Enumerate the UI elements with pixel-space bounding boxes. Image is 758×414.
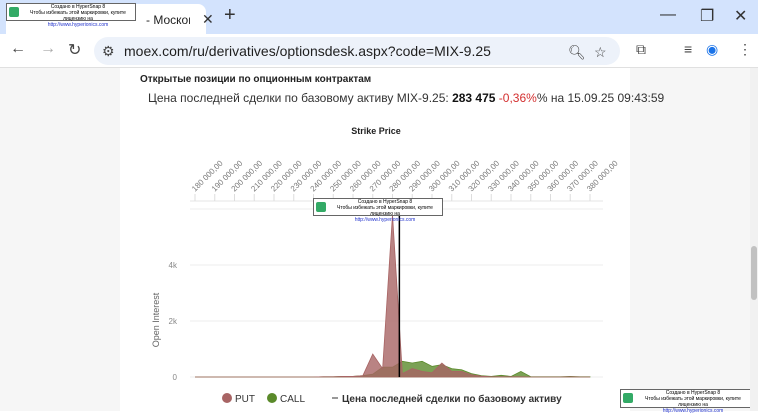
watermark-link: http://www.hyperionics.com (354, 217, 416, 223)
watermark-line: Чтобы избежать этой маркировки, купите л… (645, 396, 741, 408)
legend-label: PUT (235, 394, 255, 405)
y-tick-label: 0 (173, 373, 178, 382)
watermark: Создано в HyperSnap 8 Чтобы избежать это… (313, 198, 443, 223)
legend-label: Цена последней сделки по базовому активу (342, 393, 562, 405)
legend-label: CALL (280, 394, 305, 405)
legend-marker (222, 393, 232, 403)
y-tick-label: 2k (169, 317, 178, 326)
camera-icon (623, 393, 633, 403)
y-tick-label: 4k (169, 261, 178, 270)
y-axis-label: Open Interest (151, 292, 161, 347)
camera-icon (316, 202, 326, 212)
watermark-line: Чтобы избежать этой маркировки, купите л… (337, 205, 433, 217)
chart-title: Strike Price (351, 126, 401, 136)
watermark-link: http://www.hyperionics.com (662, 408, 724, 414)
scrollbar-thumb[interactable] (751, 246, 757, 300)
scrollbar[interactable] (750, 68, 758, 411)
series-area-put (195, 214, 590, 378)
watermark: Создано в HyperSnap 8 Чтобы избежать это… (620, 389, 752, 414)
legend-marker (267, 393, 277, 403)
